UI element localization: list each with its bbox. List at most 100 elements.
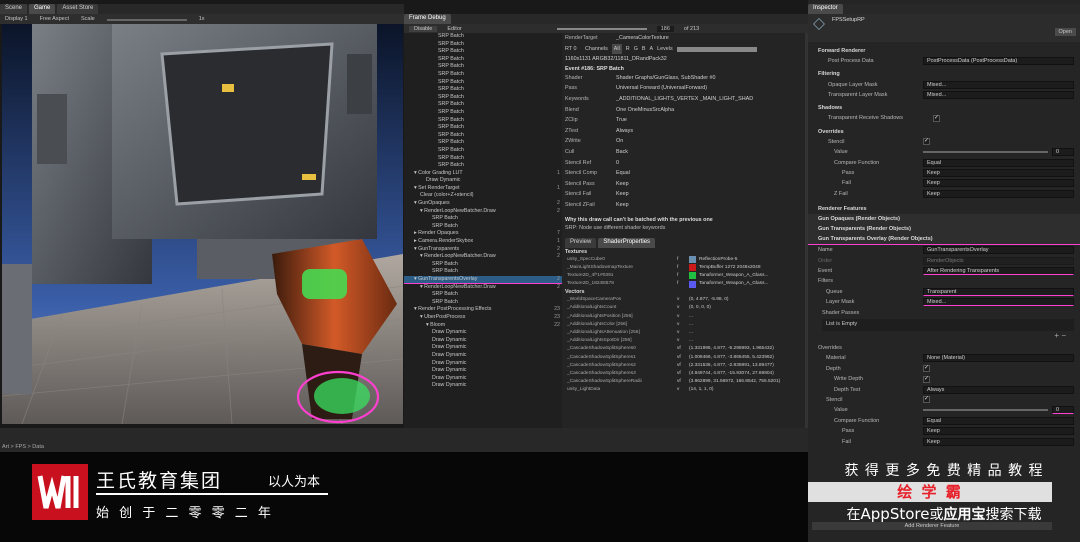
event-tree-item[interactable]: SRP Batch	[404, 56, 562, 64]
list-add-button[interactable]: + −	[808, 331, 1080, 343]
event-tree-item[interactable]: SRP Batch	[404, 117, 562, 125]
event-tree-item[interactable]: SRP Batch	[404, 79, 562, 87]
event-tree-item[interactable]: ▾ RenderLoopNewBatcher.Draw 2	[404, 284, 562, 292]
depth-test-dropdown[interactable]: Always	[923, 385, 1074, 394]
event-tree-item[interactable]: SRP Batch	[404, 223, 562, 231]
breadcrumb-data[interactable]: Data	[32, 444, 44, 450]
stencil2-checkbox[interactable]: ✓	[923, 396, 930, 404]
pass-dropdown[interactable]: Keep	[923, 168, 1074, 177]
event-tree-item[interactable]: ▾ RenderLoopNewBatcher.Draw 2	[404, 208, 562, 216]
event-tree-item[interactable]: ▸ Camera.RenderSkybox 1	[404, 238, 562, 246]
event-tree-item[interactable]: ▾ GunTransparentsOverlay 2	[404, 276, 562, 284]
overrides-foldout[interactable]: Overrides	[818, 345, 923, 351]
stencil2-value-slider[interactable]	[923, 409, 1048, 412]
compare2-dropdown[interactable]: Equal	[923, 416, 1074, 425]
depth-checkbox[interactable]: ✓	[923, 365, 930, 373]
fail-dropdown[interactable]: Keep	[923, 179, 1074, 188]
editor-dropdown[interactable]: Editor	[447, 26, 461, 32]
event-tree-item[interactable]: SRP Batch	[404, 109, 562, 117]
event-tree-item[interactable]: SRP Batch	[404, 147, 562, 155]
filters-foldout[interactable]: Filters	[818, 278, 923, 284]
shader-passes-list[interactable]: List is Empty	[822, 318, 1074, 331]
compare-dropdown[interactable]: Equal	[923, 158, 1074, 167]
event-tree-item[interactable]: ▾ GunTransparents 2	[404, 246, 562, 254]
event-tree-item[interactable]: SRP Batch	[404, 268, 562, 276]
event-tree-item[interactable]: Draw Dynamic	[404, 367, 562, 375]
stencil-value-field[interactable]: 0	[1052, 148, 1074, 157]
tab-shader-properties[interactable]: ShaderProperties	[598, 237, 656, 248]
channel-b[interactable]: B	[642, 44, 646, 55]
open-button[interactable]: Open	[1054, 28, 1076, 36]
event-index[interactable]: 186	[656, 25, 674, 32]
event-tree-item[interactable]: ▾ Color Grading LUT 1	[404, 170, 562, 178]
tab-game[interactable]: Game	[29, 4, 56, 14]
channel-r[interactable]: R	[626, 44, 630, 55]
event-tree-item[interactable]: SRP Batch	[404, 41, 562, 49]
event-tree-item[interactable]: Clear (color+Z+stencil)	[404, 192, 562, 200]
event-tree-item[interactable]: SRP Batch	[404, 132, 562, 140]
event-tree-item[interactable]: SRP Batch	[404, 86, 562, 94]
event-tree-item[interactable]: Draw Dynamic	[404, 329, 562, 337]
breadcrumb-fps[interactable]: FPS	[15, 444, 26, 450]
event-tree-item[interactable]: ▾ Render PostProcessing Effects 23	[404, 306, 562, 314]
feature-gun-opaques[interactable]: Gun Opaques (Render Objects)	[818, 216, 900, 222]
tab-asset-store[interactable]: Asset Store	[57, 4, 99, 14]
fail2-dropdown[interactable]: Keep	[923, 437, 1074, 446]
event-tree-item[interactable]: Draw Dynamic	[404, 177, 562, 185]
event-tree-item[interactable]: SRP Batch	[404, 94, 562, 102]
tab-scene[interactable]: Scene	[0, 4, 28, 14]
queue-dropdown[interactable]: Transparent	[923, 287, 1074, 296]
event-tree-item[interactable]: Draw Dynamic	[404, 337, 562, 345]
feature-gun-transparents[interactable]: Gun Transparents (Render Objects)	[818, 226, 911, 232]
event-tree-item[interactable]: SRP Batch	[404, 71, 562, 79]
write-depth-checkbox[interactable]: ✓	[923, 375, 930, 383]
event-tree-item[interactable]: SRP Batch	[404, 162, 562, 170]
event-tree-item[interactable]: Draw Dynamic	[404, 344, 562, 352]
event-tree-item[interactable]: ▸ Render Opaques 7	[404, 230, 562, 238]
post-process-field[interactable]: PostProcessData (PostProcessData)	[923, 57, 1074, 66]
event-tree-item[interactable]: SRP Batch	[404, 48, 562, 56]
display-dropdown[interactable]: Display 1	[5, 16, 28, 22]
disable-button[interactable]: Disable	[409, 25, 438, 32]
event-tree-item[interactable]: SRP Batch	[404, 101, 562, 109]
channel-a[interactable]: A	[650, 44, 654, 55]
game-view[interactable]	[2, 24, 403, 424]
event-tree-item[interactable]: ▾ Set RenderTarget 1	[404, 185, 562, 193]
tab-inspector[interactable]: Inspector	[808, 4, 843, 14]
channel-g[interactable]: G	[634, 44, 638, 55]
pass2-dropdown[interactable]: Keep	[923, 427, 1074, 436]
scale-slider[interactable]	[106, 18, 187, 21]
zfail-dropdown[interactable]: Keep	[923, 189, 1074, 198]
event-tree-item[interactable]: SRP Batch	[404, 299, 562, 307]
channel-all[interactable]: All	[611, 43, 622, 55]
receive-shadows-checkbox[interactable]: ✓	[933, 114, 940, 122]
event-tree-item[interactable]: SRP Batch	[404, 261, 562, 269]
aspect-dropdown[interactable]: Free Aspect	[40, 16, 69, 22]
event-tree-item[interactable]: ▾ RenderLoopNewBatcher.Draw 2	[404, 253, 562, 261]
opaque-mask-dropdown[interactable]: Mixed...	[923, 80, 1074, 89]
event-tree-item[interactable]: SRP Batch	[404, 291, 562, 299]
stencil-checkbox[interactable]: ✓	[923, 138, 930, 146]
tab-preview[interactable]: Preview	[565, 237, 597, 248]
event-tree-item[interactable]: ▾ GunOpaques 2	[404, 200, 562, 208]
levels-slider[interactable]	[676, 46, 757, 52]
event-tree-item[interactable]: Draw Dynamic	[404, 375, 562, 383]
event-tree-item[interactable]: Draw Dynamic	[404, 360, 562, 368]
add-renderer-feature-button[interactable]: Add Renderer Feature	[812, 522, 1052, 530]
material-field[interactable]: None (Material)	[923, 354, 1074, 363]
event-tree-item[interactable]: SRP Batch	[404, 33, 562, 41]
event-tree-item[interactable]: Draw Dynamic	[404, 352, 562, 360]
event-tree-item[interactable]: SRP Batch	[404, 139, 562, 147]
event-tree-item[interactable]: SRP Batch	[404, 215, 562, 223]
event-tree-item[interactable]: ▾ Bloom 22	[404, 322, 562, 330]
stencil-value-slider[interactable]	[923, 151, 1048, 154]
event-tree-item[interactable]: SRP Batch	[404, 124, 562, 132]
transparent-mask-dropdown[interactable]: Mixed...	[923, 90, 1074, 99]
feature-name-field[interactable]: GunTransparentsOverlay	[923, 246, 1074, 255]
event-tree-item[interactable]: SRP Batch	[404, 63, 562, 71]
tab-frame-debug[interactable]: Frame Debug	[404, 14, 451, 24]
breadcrumb-art[interactable]: Art	[2, 444, 9, 450]
stencil2-value-field[interactable]: 0	[1052, 406, 1074, 415]
event-tree-item[interactable]: Draw Dynamic	[404, 382, 562, 390]
event-dropdown[interactable]: After Rendering Transparents	[923, 267, 1074, 276]
